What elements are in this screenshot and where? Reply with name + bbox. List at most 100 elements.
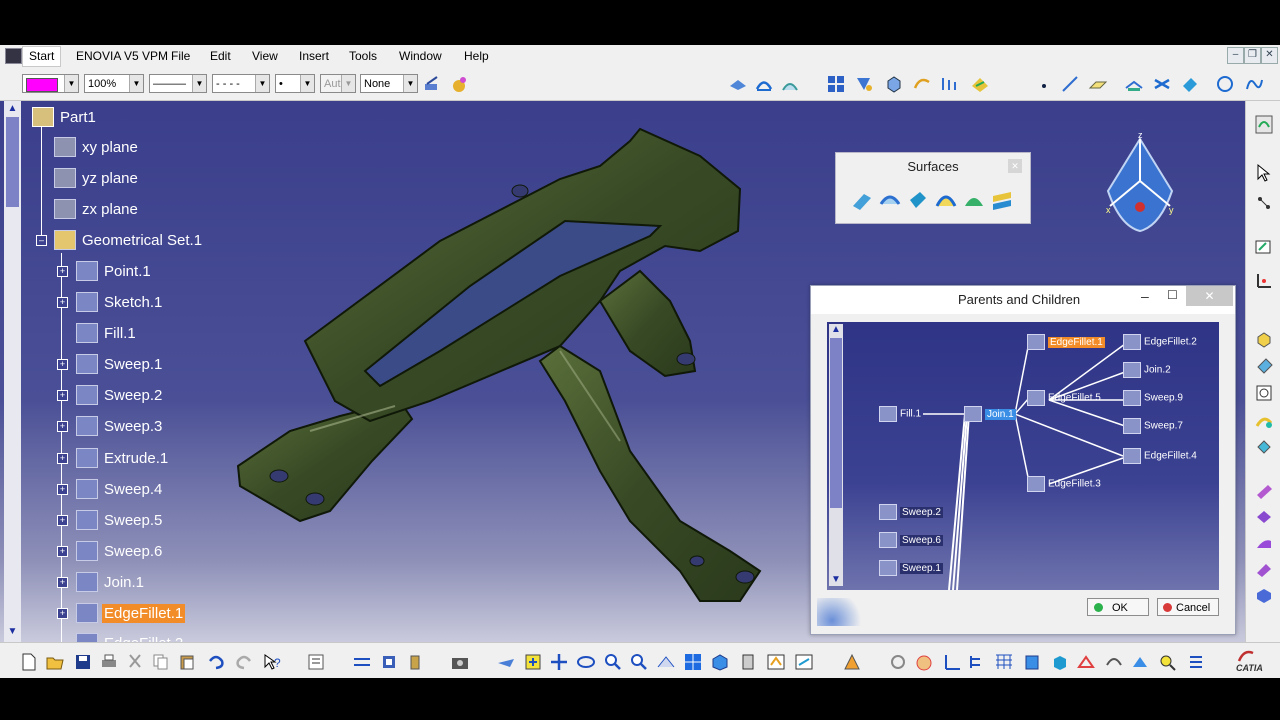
connect-checker-icon[interactable] xyxy=(940,74,960,94)
dash-select[interactable]: - - - - ▼ xyxy=(212,74,270,93)
tree-item-sweep2[interactable]: Sweep.2 xyxy=(76,385,164,405)
graph-node-sweep6[interactable]: Sweep.6 xyxy=(879,532,943,548)
expand-icon[interactable]: + xyxy=(57,359,68,370)
surfaces-toolbar-close-button[interactable]: ✕ xyxy=(1008,159,1022,173)
reflection-lines-icon[interactable] xyxy=(970,74,990,94)
expand-icon[interactable]: + xyxy=(57,577,68,588)
tree-item-fill1[interactable]: Fill.1 xyxy=(76,323,138,343)
curvature-icon[interactable] xyxy=(912,74,932,94)
graph-node-sweep7[interactable]: Sweep.7 xyxy=(1123,418,1183,434)
select-arrow-icon[interactable] xyxy=(1255,163,1273,183)
graph-node-sweep2[interactable]: Sweep.2 xyxy=(879,504,943,520)
plane-icon[interactable] xyxy=(1088,74,1108,94)
pan-icon[interactable] xyxy=(550,653,568,671)
menu-enovia[interactable]: ENOVIA V5 VPM xyxy=(76,49,168,63)
expand-icon[interactable]: + xyxy=(57,608,68,619)
offset-icon[interactable] xyxy=(1254,355,1274,375)
translate-icon[interactable] xyxy=(1254,559,1274,579)
tree-item-sweep3[interactable]: Sweep.3 xyxy=(76,416,164,436)
swap-icon[interactable] xyxy=(352,653,372,671)
fit-all-icon[interactable] xyxy=(524,653,542,671)
trim-icon[interactable] xyxy=(1254,507,1274,527)
snap-icon[interactable] xyxy=(1254,193,1274,213)
graph-node-edgefillet2[interactable]: EdgeFillet.2 xyxy=(1123,334,1197,350)
parents-children-graph[interactable]: ▲ ▼ Fill.1 Join.1 EdgeFillet.1 EdgeFille… xyxy=(827,322,1219,590)
expand-icon[interactable]: + xyxy=(57,390,68,401)
restore-button[interactable]: ❐ xyxy=(1244,47,1261,64)
whats-this-icon[interactable]: ? xyxy=(262,653,282,671)
sweep-analysis-icon[interactable] xyxy=(754,74,774,94)
boundary-icon[interactable] xyxy=(1254,437,1274,457)
redo-icon[interactable] xyxy=(234,653,254,671)
expand-icon[interactable]: + xyxy=(57,515,68,526)
tree-item-geometrical-set[interactable]: Geometrical Set.1 xyxy=(54,230,204,250)
minimize-button[interactable]: – xyxy=(1227,47,1244,64)
menu-file[interactable]: File xyxy=(171,49,190,63)
menu-insert[interactable]: Insert xyxy=(299,49,329,63)
auto-select[interactable]: Aut ▼ xyxy=(320,74,356,93)
tree-root-part1[interactable]: Part1 xyxy=(32,107,98,127)
paste-icon[interactable] xyxy=(178,653,196,671)
open-folder-icon[interactable] xyxy=(46,653,64,671)
scroll-thumb[interactable] xyxy=(6,117,19,207)
point-style-select[interactable]: • ▼ xyxy=(275,74,315,93)
list-icon[interactable] xyxy=(1186,653,1206,671)
menu-edit[interactable]: Edit xyxy=(210,49,231,63)
knowledge-icon[interactable] xyxy=(842,653,862,671)
expand-icon[interactable]: + xyxy=(57,297,68,308)
solid-shape-icon[interactable] xyxy=(1254,329,1274,349)
graphic-properties-icon[interactable] xyxy=(450,74,470,94)
box-icon[interactable] xyxy=(1050,653,1070,671)
fly-mode-icon[interactable] xyxy=(496,653,516,671)
hide-show-icon[interactable] xyxy=(766,653,786,671)
rotate-view-icon[interactable] xyxy=(888,653,908,671)
hand-icon[interactable] xyxy=(914,653,934,671)
tree-item-edgefillet2[interactable]: EdgeFillet.2 xyxy=(76,633,185,642)
linetype-select[interactable]: ——— ▼ xyxy=(149,74,207,93)
menu-tools[interactable]: Tools xyxy=(349,49,377,63)
views-grid-icon[interactable] xyxy=(684,653,702,671)
wireframe-icon[interactable] xyxy=(1076,653,1096,671)
update-icon[interactable] xyxy=(306,653,326,671)
intersection-icon[interactable] xyxy=(1152,74,1172,94)
sketch-tool-icon[interactable] xyxy=(1254,237,1274,257)
graph-node-join1[interactable]: Join.1 xyxy=(964,406,1016,422)
tree-item-zx-plane[interactable]: zx plane xyxy=(54,199,140,219)
graph-node-sweep1[interactable]: Sweep.1 xyxy=(879,560,943,576)
cut-icon[interactable] xyxy=(126,653,144,671)
tangency-icon[interactable] xyxy=(1254,411,1274,431)
graph-node-sweep9[interactable]: Sweep.9 xyxy=(1123,390,1183,406)
tree-item-sketch1[interactable]: Sketch.1 xyxy=(76,292,164,312)
dialog-minimize-button[interactable]: – xyxy=(1141,288,1149,304)
camera-icon[interactable] xyxy=(450,653,470,671)
graph-node-edgefillet3[interactable]: EdgeFillet.3 xyxy=(1027,476,1101,492)
tree-item-xy-plane[interactable]: xy plane xyxy=(54,137,140,157)
blend-surface-icon[interactable] xyxy=(990,188,1014,212)
swap-visible-icon[interactable] xyxy=(794,653,814,671)
split-icon[interactable] xyxy=(1254,481,1274,501)
multi-view-icon[interactable] xyxy=(826,74,846,94)
tree-item-point1[interactable]: Point.1 xyxy=(76,261,153,281)
layer-select[interactable]: None ▼ xyxy=(360,74,418,93)
catia-app-icon[interactable] xyxy=(5,48,22,64)
rotate-icon[interactable] xyxy=(576,653,596,671)
tree-scrollbar[interactable]: ▲ ▼ xyxy=(4,101,21,642)
tree-item-join1[interactable]: Join.1 xyxy=(76,572,146,592)
graph-node-fill1[interactable]: Fill.1 xyxy=(879,406,921,422)
draft-analysis-icon[interactable] xyxy=(780,74,800,94)
circle-icon[interactable] xyxy=(1215,74,1235,94)
ok-button[interactable]: OK xyxy=(1087,598,1149,616)
copy-icon[interactable] xyxy=(152,653,170,671)
transparency-select[interactable]: 100% ▼ xyxy=(84,74,144,93)
lighting-icon[interactable] xyxy=(1130,653,1150,671)
new-file-icon[interactable] xyxy=(20,653,38,671)
projection-icon[interactable] xyxy=(1124,74,1144,94)
measure-icon[interactable] xyxy=(406,653,424,671)
axis-icon[interactable] xyxy=(942,653,962,671)
save-icon[interactable] xyxy=(74,653,92,671)
graph-node-join2[interactable]: Join.2 xyxy=(1123,362,1171,378)
fill-surface-icon[interactable] xyxy=(962,188,986,212)
menu-start[interactable]: Start xyxy=(22,46,62,67)
collapse-icon[interactable]: – xyxy=(36,235,47,246)
scroll-up-arrow-icon[interactable]: ▲ xyxy=(6,103,19,115)
